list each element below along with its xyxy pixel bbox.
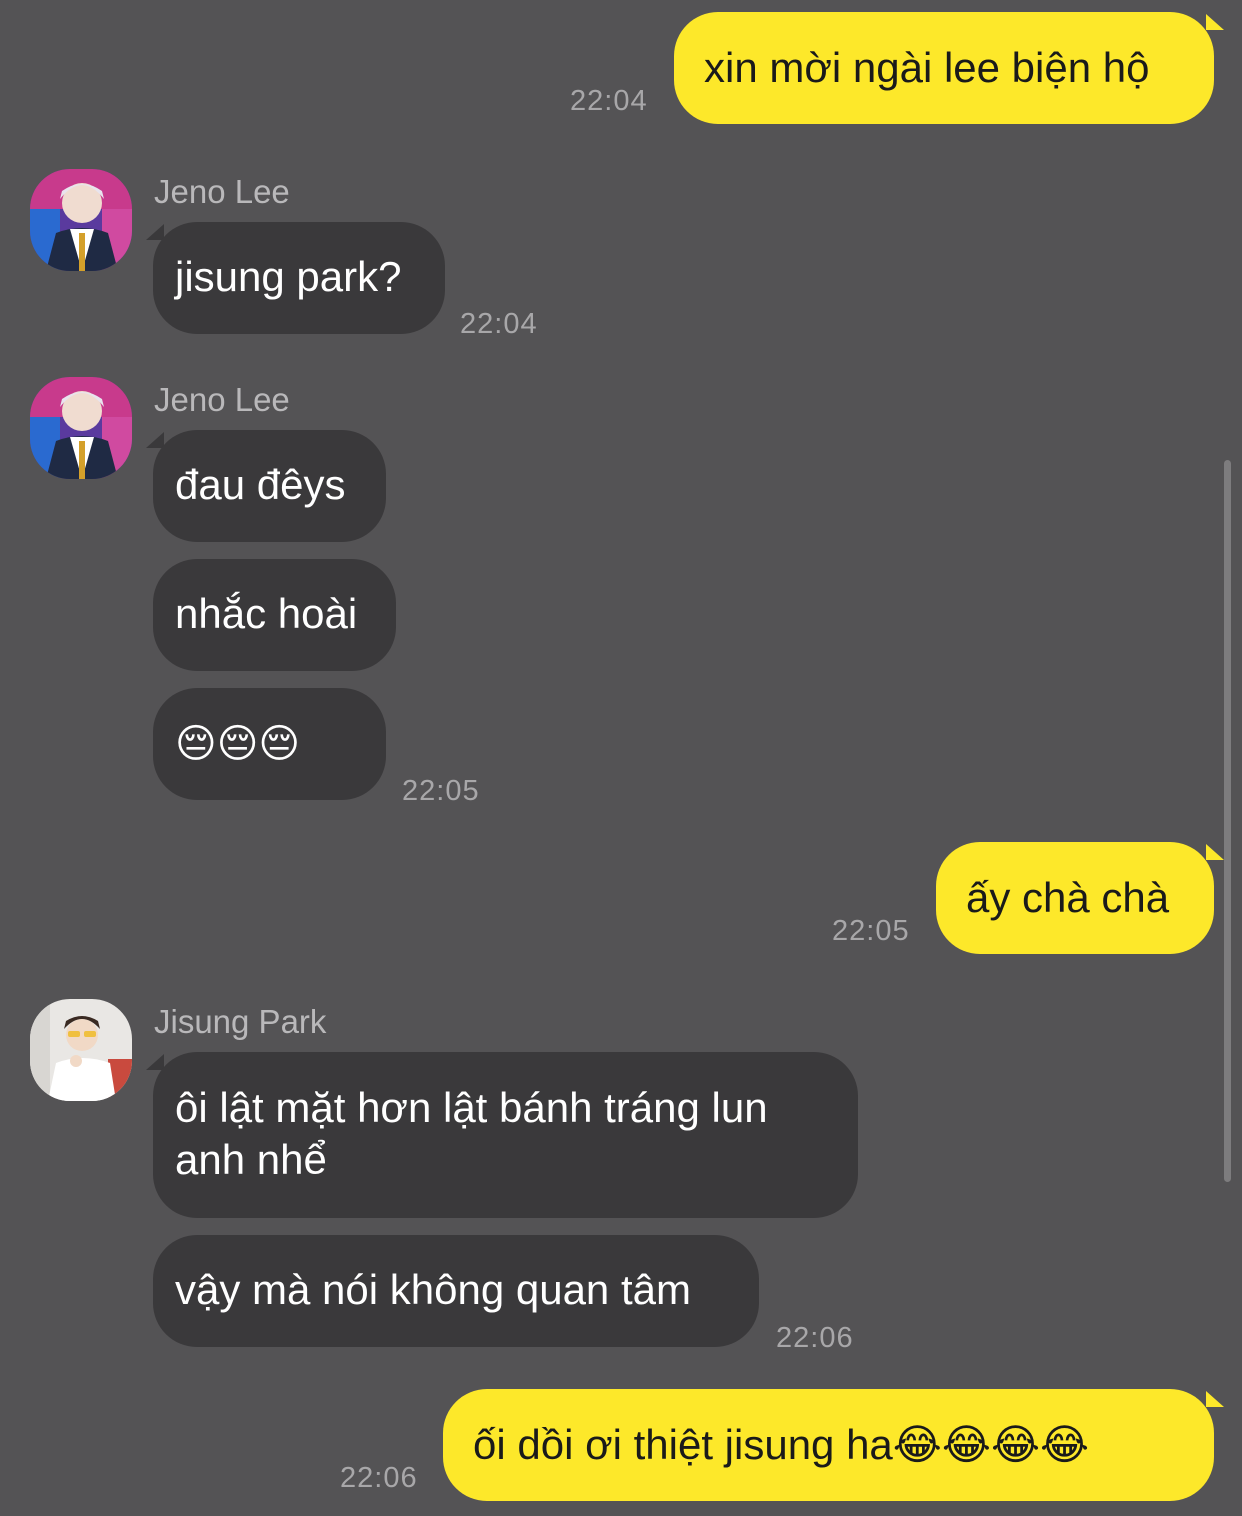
incoming-message-bubble[interactable]: 😔😔😔 xyxy=(153,688,386,800)
bubble-tail xyxy=(146,224,164,240)
bubble-tail xyxy=(1206,844,1224,860)
message-text: ấy chà chà xyxy=(966,874,1170,921)
sender-name: Jeno Lee xyxy=(154,381,290,418)
message-time: 22:05 xyxy=(832,915,910,947)
incoming-message-bubble[interactable]: nhắc hoài xyxy=(153,559,396,671)
message-time: 22:06 xyxy=(776,1322,854,1354)
incoming-message-bubble[interactable]: vậy mà nói không quan tâm xyxy=(153,1235,759,1347)
avatar[interactable] xyxy=(30,999,132,1101)
bubble-tail xyxy=(1206,14,1224,30)
message-text: ôi lật mặt hơn lật bánh tráng lun anh nh… xyxy=(175,1084,768,1183)
message-text: đau đêys xyxy=(175,461,346,508)
incoming-message-bubble[interactable]: ôi lật mặt hơn lật bánh tráng lun anh nh… xyxy=(153,1052,858,1218)
bubble-tail xyxy=(1206,1391,1224,1407)
message-time: 22:04 xyxy=(570,85,648,117)
avatar[interactable] xyxy=(30,169,132,271)
avatar-jeno-lee xyxy=(30,169,132,271)
incoming-message-bubble[interactable]: jisung park? xyxy=(153,222,445,334)
scrollbar[interactable] xyxy=(1224,460,1231,1182)
bubble-tail xyxy=(146,432,164,448)
message-text: xin mời ngài lee biện hộ xyxy=(704,44,1150,91)
message-time: 22:06 xyxy=(340,1462,418,1494)
avatar[interactable] xyxy=(30,377,132,479)
message-text: jisung park? xyxy=(175,253,402,300)
outgoing-message-bubble[interactable]: ối dồi ơi thiệt jisung ha😂😂😂😂 xyxy=(443,1389,1214,1501)
outgoing-message-bubble[interactable]: ấy chà chà xyxy=(936,842,1214,954)
message-text: vậy mà nói không quan tâm xyxy=(175,1266,691,1313)
outgoing-message-bubble[interactable]: xin mời ngài lee biện hộ xyxy=(674,12,1214,124)
chat-view[interactable]: 22:04 xin mời ngài lee biện hộ Jeno Lee … xyxy=(0,0,1242,1516)
bubble-tail xyxy=(146,1054,164,1070)
message-text: ối dồi ơi thiệt jisung ha😂😂😂😂 xyxy=(473,1421,1090,1468)
avatar-jisung-park xyxy=(30,999,132,1101)
message-time: 22:04 xyxy=(460,308,538,340)
avatar-jeno-lee xyxy=(30,377,132,479)
message-emoji-text: 😔😔😔 xyxy=(175,722,301,766)
sender-name: Jeno Lee xyxy=(154,173,290,210)
message-time: 22:05 xyxy=(402,775,480,807)
message-text: nhắc hoài xyxy=(175,590,358,637)
incoming-message-bubble[interactable]: đau đêys xyxy=(153,430,386,542)
sender-name: Jisung Park xyxy=(154,1003,327,1040)
